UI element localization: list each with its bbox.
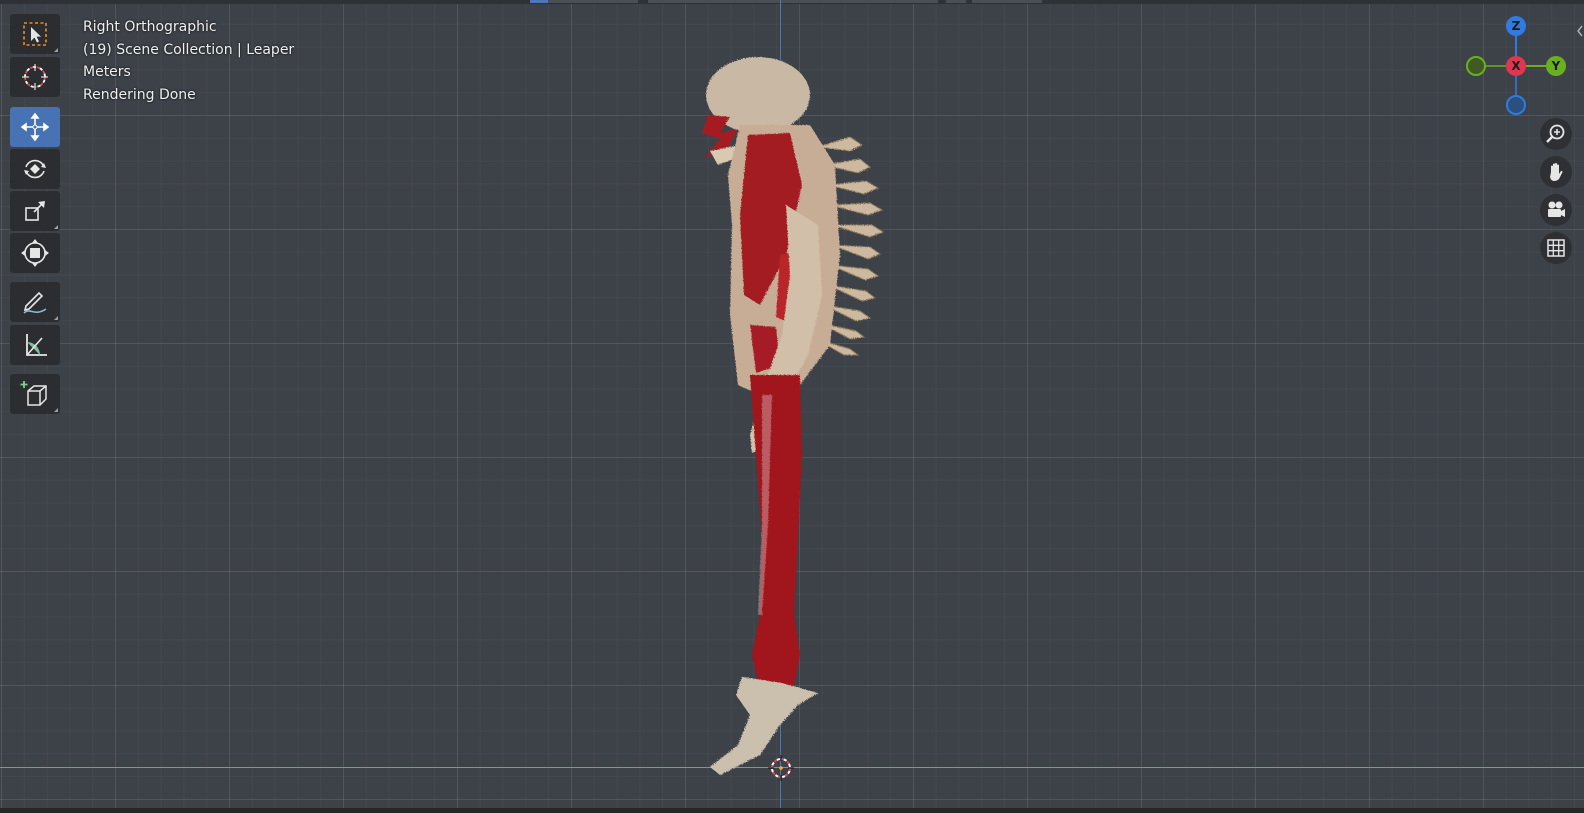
annotate-icon xyxy=(23,291,47,314)
move-tool[interactable] xyxy=(10,107,60,147)
rotate-tool[interactable] xyxy=(10,149,60,189)
gizmo-neg-z-axis[interactable] xyxy=(1506,95,1526,115)
viewport-info: Right Orthographic (19) Scene Collection… xyxy=(83,16,294,106)
render-status: Rendering Done xyxy=(83,86,196,103)
measure-icon xyxy=(26,334,47,356)
hand-icon xyxy=(1550,163,1563,181)
zoom-button[interactable] xyxy=(1540,118,1572,150)
transform-tool[interactable] xyxy=(10,233,60,273)
units-label: Meters xyxy=(83,64,131,80)
bottom-border xyxy=(0,808,1584,813)
pan-button[interactable] xyxy=(1540,156,1572,188)
zoom-icon xyxy=(1546,124,1565,143)
scale-icon xyxy=(25,201,45,221)
annotate-tool[interactable] xyxy=(10,282,60,322)
scale-tool[interactable] xyxy=(10,191,60,231)
header-strip xyxy=(0,0,1584,4)
leaper-model[interactable] xyxy=(690,55,895,790)
camera-view-button[interactable] xyxy=(1540,194,1572,226)
sidebar-toggle[interactable] xyxy=(1576,24,1584,40)
measure-tool[interactable] xyxy=(10,325,60,365)
cursor-tool[interactable] xyxy=(10,57,60,97)
grid-icon xyxy=(1547,239,1565,257)
add-cube-icon xyxy=(20,381,47,406)
camera-icon xyxy=(1548,201,1565,217)
gizmo-neg-y-axis[interactable] xyxy=(1466,56,1486,76)
view-name: Right Orthographic xyxy=(83,19,217,35)
chevron-left-icon xyxy=(1577,25,1583,37)
transform-icon xyxy=(21,239,49,267)
select-box-tool[interactable] xyxy=(10,14,60,54)
perspective-toggle-button[interactable] xyxy=(1540,232,1572,264)
select-box-icon xyxy=(23,22,47,46)
gizmo-z-axis[interactable]: Z xyxy=(1506,16,1526,36)
cursor-icon xyxy=(22,64,48,90)
navigation-gizmo[interactable]: Z X Y xyxy=(1460,10,1570,125)
collection-info: (19) Scene Collection | Leaper xyxy=(83,41,295,58)
gizmo-x-axis[interactable]: X xyxy=(1506,56,1526,76)
rotate-icon xyxy=(24,159,46,179)
add-cube-tool[interactable] xyxy=(10,374,60,414)
move-icon xyxy=(20,112,50,142)
3d-cursor[interactable] xyxy=(768,755,794,781)
gizmo-y-axis[interactable]: Y xyxy=(1546,56,1566,76)
